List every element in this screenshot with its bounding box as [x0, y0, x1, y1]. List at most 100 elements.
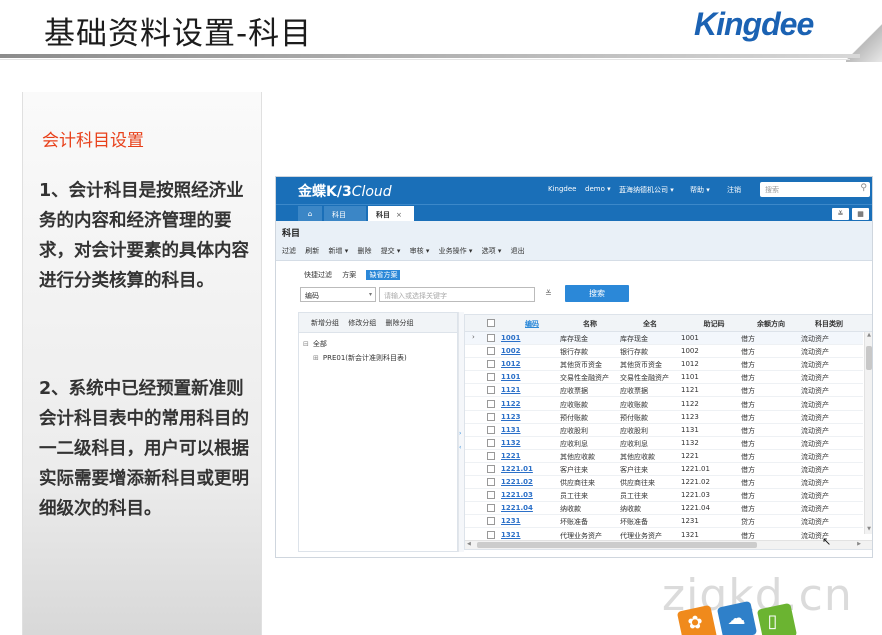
cell-code[interactable]: 1121 — [501, 386, 520, 394]
more-filters-icon[interactable]: ≚ — [545, 289, 552, 298]
collapse-icon[interactable]: ⊟ — [303, 340, 309, 348]
row-checkbox[interactable] — [487, 334, 495, 342]
tab-subject[interactable]: 科目 × — [368, 206, 414, 222]
toolbar-refresh[interactable]: 刷新 — [305, 247, 319, 255]
chevron-right-icon[interactable]: › — [459, 430, 461, 437]
global-search-input[interactable]: 搜索 ⚲ — [760, 182, 870, 197]
horizontal-scroll-thumb[interactable] — [477, 542, 757, 548]
cell-code[interactable]: 1002 — [501, 347, 520, 355]
cell-code[interactable]: 1132 — [501, 439, 520, 447]
cell-code[interactable]: 1221.04 — [501, 504, 533, 512]
tab-home[interactable]: ⌂ — [298, 206, 322, 222]
vertical-scrollbar[interactable]: ▲ ▼ — [864, 332, 872, 534]
table-row[interactable]: 1101 交易性金融资产 交易性金融资产 1101 借方 流动资产 — [465, 371, 863, 385]
row-checkbox[interactable] — [487, 347, 495, 356]
add-group-button[interactable]: 新增分组 — [311, 319, 339, 327]
cell-code[interactable]: 1101 — [501, 373, 520, 381]
table-row[interactable]: 1123 预付账款 预付账款 1123 借方 流动资产 — [465, 411, 863, 424]
table-row[interactable]: 1121 应收票据 应收票据 1121 借方 流动资产 — [465, 384, 863, 398]
topnav-logout[interactable]: 注销 — [727, 185, 741, 195]
horizontal-scrollbar[interactable]: ◀ ▶ — [465, 540, 872, 549]
row-checkbox[interactable] — [487, 530, 495, 539]
table-row[interactable]: 1221.01 客户往来 客户往来 1221.01 借方 流动资产 — [465, 463, 863, 476]
table-row[interactable]: 1122 应收账款 应收账款 1122 借方 流动资产 — [465, 398, 863, 411]
grid-menu-icon[interactable]: ▦ — [852, 208, 869, 220]
scheme-tab[interactable]: 方案 — [342, 271, 356, 279]
chevron-left-icon[interactable]: ‹ — [459, 444, 461, 451]
cell-code[interactable]: 1321 — [501, 531, 520, 539]
scroll-up-icon[interactable]: ▲ — [865, 332, 872, 340]
quick-filter-tab[interactable]: 快捷过滤 — [304, 271, 332, 279]
row-checkbox[interactable] — [487, 478, 495, 487]
table-row[interactable]: 1231 坏账准备 坏账准备 1231 贷方 流动资产 — [465, 515, 863, 529]
col-name[interactable]: 名称 — [575, 319, 605, 329]
topnav-help[interactable]: 帮助 ▾ — [690, 185, 710, 195]
expand-icon[interactable]: ⊞ — [313, 354, 319, 362]
vertical-scroll-thumb[interactable] — [866, 346, 872, 370]
toolbar-audit[interactable]: 审核 ▾ — [410, 247, 430, 255]
toolbar-options[interactable]: 选项 ▾ — [482, 247, 502, 255]
row-checkbox[interactable] — [487, 504, 495, 513]
cell-code[interactable]: 1131 — [501, 426, 520, 434]
toolbar-exit[interactable]: 退出 — [511, 247, 525, 255]
cell-code[interactable]: 1221 — [501, 452, 520, 460]
col-fullname[interactable]: 全名 — [635, 319, 665, 329]
close-icon[interactable]: × — [396, 211, 402, 219]
row-checkbox[interactable] — [487, 412, 495, 421]
topnav-kingdee[interactable]: Kingdee — [548, 185, 576, 193]
cell-code[interactable]: 1123 — [501, 413, 520, 421]
topnav-user[interactable]: demo ▾ — [585, 185, 611, 193]
toolbar-new[interactable]: 新增 ▾ — [328, 247, 348, 255]
search-button[interactable]: 搜索 — [565, 285, 629, 302]
select-all-checkbox[interactable] — [487, 319, 495, 327]
expand-icon[interactable]: ≚ — [832, 208, 849, 220]
row-checkbox[interactable] — [487, 399, 495, 408]
cell-code[interactable]: 1221.03 — [501, 491, 533, 499]
cell-code[interactable]: 1001 — [501, 334, 520, 342]
cell-code[interactable]: 1221.02 — [501, 478, 533, 486]
cell-code[interactable]: 1231 — [501, 517, 520, 525]
scroll-right-icon[interactable]: ▶ — [857, 541, 861, 547]
default-scheme-tab[interactable]: 缺省方案 — [366, 270, 401, 280]
delete-group-button[interactable]: 删除分组 — [385, 319, 413, 327]
table-row[interactable]: 1002 银行存款 银行存款 1002 借方 流动资产 — [465, 345, 863, 359]
row-checkbox[interactable] — [487, 386, 495, 395]
col-category[interactable]: 科目类别 — [809, 319, 849, 329]
toolbar-business-ops[interactable]: 业务操作 ▾ — [439, 247, 473, 255]
row-checkbox[interactable] — [487, 465, 495, 473]
row-checkbox[interactable] — [487, 360, 495, 369]
keyword-input[interactable]: 请输入或选择关键字 — [379, 287, 535, 302]
row-checkbox[interactable] — [487, 373, 495, 382]
table-row[interactable]: 1221.04 纳收款 纳收款 1221.04 借方 流动资产 — [465, 502, 863, 516]
scroll-down-icon[interactable]: ▼ — [865, 526, 872, 534]
row-checkbox[interactable] — [487, 451, 495, 460]
scroll-left-icon[interactable]: ◀ — [467, 541, 471, 547]
tree-item-all[interactable]: ⊟ 全部 — [303, 339, 327, 349]
row-checkbox[interactable] — [487, 425, 495, 434]
row-checkbox[interactable] — [487, 438, 495, 447]
table-row[interactable]: › 1001 库存现金 库存现金 1001 借方 流动资产 — [465, 332, 863, 345]
toolbar-submit[interactable]: 提交 ▾ — [381, 247, 401, 255]
edit-group-button[interactable]: 修改分组 — [348, 319, 376, 327]
toolbar-filter[interactable]: 过滤 — [282, 247, 296, 255]
table-row[interactable]: 1221 其他应收款 其他应收款 1221 借方 流动资产 — [465, 450, 863, 463]
cell-code[interactable]: 1221.01 — [501, 465, 533, 473]
tree-item-pre01[interactable]: ⊞ PRE01(新会计准则科目表) — [313, 353, 407, 363]
cell-code[interactable]: 1012 — [501, 360, 520, 368]
cell-code[interactable]: 1122 — [501, 400, 520, 408]
table-row[interactable]: 1221.03 员工往来 员工往来 1221.03 借方 流动资产 — [465, 489, 863, 503]
col-code[interactable]: 编码 — [517, 319, 547, 329]
filter-field-select[interactable]: 编码 ▾ — [300, 287, 376, 302]
col-mnemonic[interactable]: 助记码 — [697, 319, 731, 329]
topnav-org[interactable]: 蓝海纳德机公司 ▾ — [619, 185, 674, 195]
table-row[interactable]: 1131 应收股利 应收股利 1131 借方 流动资产 — [465, 424, 863, 437]
search-icon[interactable]: ⚲ — [860, 183, 867, 193]
row-checkbox[interactable] — [487, 491, 495, 500]
table-row[interactable]: 1132 应收利息 应收利息 1132 借方 流动资产 — [465, 437, 863, 450]
col-balance-direction[interactable]: 余额方向 — [751, 319, 791, 329]
table-row[interactable]: 1012 其他货币资金 其他货币资金 1012 借方 流动资产 — [465, 358, 863, 372]
table-row[interactable]: 1221.02 供应商往来 供应商往来 1221.02 借方 流动资产 — [465, 476, 863, 490]
row-checkbox[interactable] — [487, 517, 495, 526]
tab-subject-menu[interactable]: 科目 — [324, 206, 366, 222]
toolbar-delete[interactable]: 删除 — [357, 247, 371, 255]
